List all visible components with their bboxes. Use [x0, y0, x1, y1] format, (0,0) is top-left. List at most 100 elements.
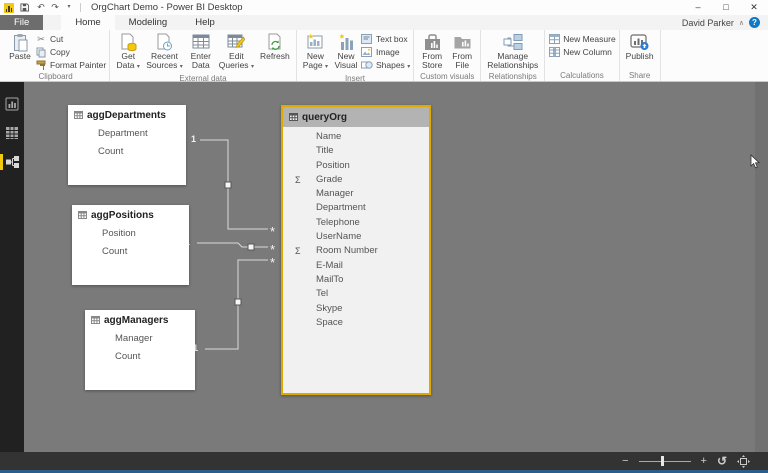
new-measure-icon — [548, 34, 560, 45]
shapes-icon — [360, 60, 373, 71]
cardinality-many-label: * — [270, 255, 276, 270]
data-view-button[interactable] — [0, 123, 24, 143]
minimize-button[interactable]: – — [684, 0, 712, 15]
enter-data-button[interactable]: Enter Data — [186, 31, 216, 71]
edit-queries-button[interactable]: Edit Queries ▾ — [216, 31, 257, 73]
data-view-icon — [5, 126, 19, 140]
field-row[interactable]: Manager — [85, 330, 195, 348]
manage-relationships-button[interactable]: Manage Relationships — [484, 31, 541, 71]
redo-icon[interactable]: ↷ — [48, 0, 62, 15]
tab-help[interactable]: Help — [181, 15, 229, 30]
fit-to-screen-icon[interactable] — [737, 454, 750, 468]
table-card-aggpositions[interactable]: aggPositions Position Count — [72, 205, 189, 285]
manage-relationships-icon — [503, 32, 523, 52]
field-row[interactable]: Manager — [283, 187, 429, 201]
recent-sources-icon — [156, 32, 173, 52]
ribbon-group-relationships: Manage Relationships Relationships — [481, 30, 546, 81]
zoom-slider[interactable] — [638, 456, 691, 466]
tab-home[interactable]: Home — [61, 15, 115, 30]
reset-zoom-icon[interactable]: ↺ — [717, 452, 727, 470]
format-painter-button[interactable]: Format Painter — [35, 59, 106, 71]
copy-icon — [35, 47, 47, 58]
maximize-button[interactable]: □ — [712, 0, 740, 15]
field-row[interactable]: Name — [283, 130, 429, 144]
dropdown-arrow-icon: ▾ — [324, 64, 328, 70]
publish-button[interactable]: Publish — [623, 31, 657, 62]
ribbon: Paste ✂ Cut Copy Format Painter Clipboar… — [0, 30, 768, 83]
relationships-view-button[interactable] — [0, 152, 24, 172]
field-row[interactable]: Position — [72, 225, 189, 243]
field-row[interactable]: Title — [283, 144, 429, 158]
account-menu[interactable]: David Parker ∧ ? — [682, 15, 768, 30]
field-row[interactable]: Tel — [283, 287, 429, 301]
field-row[interactable]: Count — [72, 243, 189, 261]
powerbi-logo-icon — [4, 2, 14, 13]
help-icon[interactable]: ? — [749, 17, 760, 28]
undo-icon[interactable]: ↶ — [34, 0, 48, 15]
ribbon-tab-row: File Home Modeling Help David Parker ∧ ? — [0, 15, 768, 30]
new-visual-button[interactable]: New Visual — [331, 31, 361, 71]
image-button[interactable]: Image — [361, 46, 410, 58]
table-header[interactable]: aggManagers — [85, 310, 195, 330]
field-row[interactable]: Position — [283, 159, 429, 173]
field-row[interactable]: Count — [85, 348, 195, 366]
refresh-button[interactable]: Refresh — [257, 31, 293, 62]
close-button[interactable]: ✕ — [740, 0, 768, 15]
table-card-queryorg[interactable]: queryOrg Name Title Position Σ Grade Mana… — [281, 105, 431, 395]
cut-button[interactable]: ✂ Cut — [35, 33, 106, 45]
zoom-in-button[interactable]: + — [701, 452, 707, 470]
new-measure-button[interactable]: New Measure — [548, 33, 616, 45]
dropdown-arrow-icon: ▾ — [179, 64, 183, 70]
field-row[interactable]: UserName — [283, 230, 429, 244]
table-header[interactable]: aggPositions — [72, 205, 189, 225]
save-icon[interactable] — [20, 3, 34, 12]
mouse-cursor — [750, 154, 761, 169]
new-column-button[interactable]: New Column — [548, 46, 615, 58]
get-data-button[interactable]: Get Data ▾ — [113, 31, 143, 73]
paste-icon — [13, 32, 28, 52]
group-label-share: Share — [628, 71, 651, 80]
get-data-icon — [120, 32, 137, 52]
ribbon-group-custom-visuals: From Store From File Custom visuals — [414, 30, 482, 81]
field-row[interactable]: Telephone — [283, 216, 429, 230]
text-box-button[interactable]: Text box — [361, 33, 410, 45]
field-row[interactable]: Skype — [283, 302, 429, 316]
canvas-scrollbar[interactable] — [755, 82, 768, 452]
field-row[interactable]: Department — [283, 201, 429, 215]
new-page-icon — [306, 32, 324, 52]
report-view-button[interactable] — [0, 94, 24, 114]
from-file-button[interactable]: From File — [447, 31, 477, 71]
field-row[interactable]: Department — [68, 125, 186, 143]
zoom-out-button[interactable]: − — [622, 452, 628, 470]
field-row[interactable]: Σ Room Number — [283, 244, 429, 258]
tab-modeling[interactable]: Modeling — [115, 15, 182, 30]
zoom-slider-thumb[interactable] — [660, 456, 664, 466]
table-header[interactable]: queryOrg — [283, 107, 429, 127]
quick-access-dropdown-icon[interactable]: ▾ — [62, 0, 76, 15]
from-file-icon — [453, 32, 472, 52]
separator — [80, 3, 81, 12]
model-canvas[interactable]: 1 1 1 * * * aggDepartments Department Co… — [24, 82, 768, 452]
ribbon-group-clipboard: Paste ✂ Cut Copy Format Painter Clipboar… — [2, 30, 111, 81]
recent-sources-button[interactable]: Recent Sources ▾ — [143, 31, 186, 73]
field-row[interactable]: Count — [68, 143, 186, 161]
shapes-button[interactable]: Shapes ▾ — [360, 59, 410, 71]
field-row[interactable]: MailTo — [283, 273, 429, 287]
field-row[interactable]: Space — [283, 316, 429, 330]
title-bar: ↶ ↷ ▾ OrgChart Demo - Power BI Desktop –… — [0, 0, 768, 15]
dropdown-arrow-icon: ▾ — [250, 64, 254, 70]
paste-button[interactable]: Paste — [5, 31, 35, 62]
tab-file[interactable]: File — [0, 15, 44, 30]
from-store-button[interactable]: From Store — [417, 31, 447, 71]
format-painter-icon — [35, 60, 47, 71]
field-row[interactable]: E-Mail — [283, 259, 429, 273]
cardinality-many-label: * — [270, 224, 276, 239]
table-card-aggdepartments[interactable]: aggDepartments Department Count — [68, 105, 186, 185]
edit-queries-icon — [227, 32, 246, 52]
new-visual-icon — [337, 32, 355, 52]
field-row[interactable]: Σ Grade — [283, 173, 429, 187]
copy-button[interactable]: Copy — [35, 46, 106, 58]
table-card-aggmanagers[interactable]: aggManagers Manager Count — [85, 310, 195, 390]
table-header[interactable]: aggDepartments — [68, 105, 186, 125]
new-page-button[interactable]: New Page ▾ — [300, 31, 331, 73]
